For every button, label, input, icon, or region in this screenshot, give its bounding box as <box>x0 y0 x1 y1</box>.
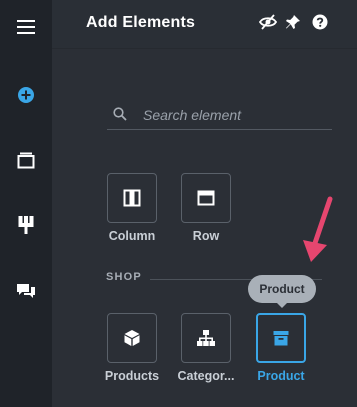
product-element-label: Product <box>257 369 305 383</box>
left-sidebar <box>0 0 52 407</box>
menu-button[interactable] <box>0 4 52 50</box>
row-element-tile[interactable] <box>181 173 231 223</box>
pin-panel-button[interactable] <box>283 12 303 32</box>
product-tooltip: Product <box>248 275 316 308</box>
comments-icon <box>17 284 35 298</box>
template-icon <box>18 216 34 234</box>
add-elements-button[interactable] <box>0 72 52 118</box>
row-element-label: Row <box>192 229 220 243</box>
column-element-tile[interactable] <box>107 173 157 223</box>
comments-button[interactable] <box>0 268 52 314</box>
product-element-tile[interactable] <box>256 313 306 363</box>
categories-element-tile[interactable] <box>181 313 231 363</box>
template-button[interactable] <box>0 202 52 248</box>
panel-title: Add Elements <box>86 14 196 31</box>
layers-button[interactable] <box>0 137 52 183</box>
eye-off-icon <box>259 14 277 30</box>
column-layout-icon <box>123 189 141 207</box>
search-box <box>107 101 332 130</box>
search-input[interactable] <box>141 102 330 128</box>
help-button[interactable] <box>310 12 330 32</box>
shop-section-title: SHOP <box>106 271 142 283</box>
layers-icon <box>17 152 35 169</box>
products-element-tile[interactable] <box>107 313 157 363</box>
row-layout-icon <box>197 190 215 206</box>
hide-panel-button[interactable] <box>258 12 278 32</box>
cube-icon <box>124 330 140 346</box>
category-tree-icon <box>197 330 215 346</box>
add-circle-icon <box>18 87 34 103</box>
search-icon <box>113 107 127 121</box>
product-box-icon <box>273 331 289 346</box>
menu-icon <box>17 20 35 34</box>
help-icon <box>312 14 328 30</box>
annotation-arrow-icon <box>303 196 333 262</box>
pin-icon <box>286 15 300 29</box>
panel-header: Add Elements <box>52 0 357 49</box>
